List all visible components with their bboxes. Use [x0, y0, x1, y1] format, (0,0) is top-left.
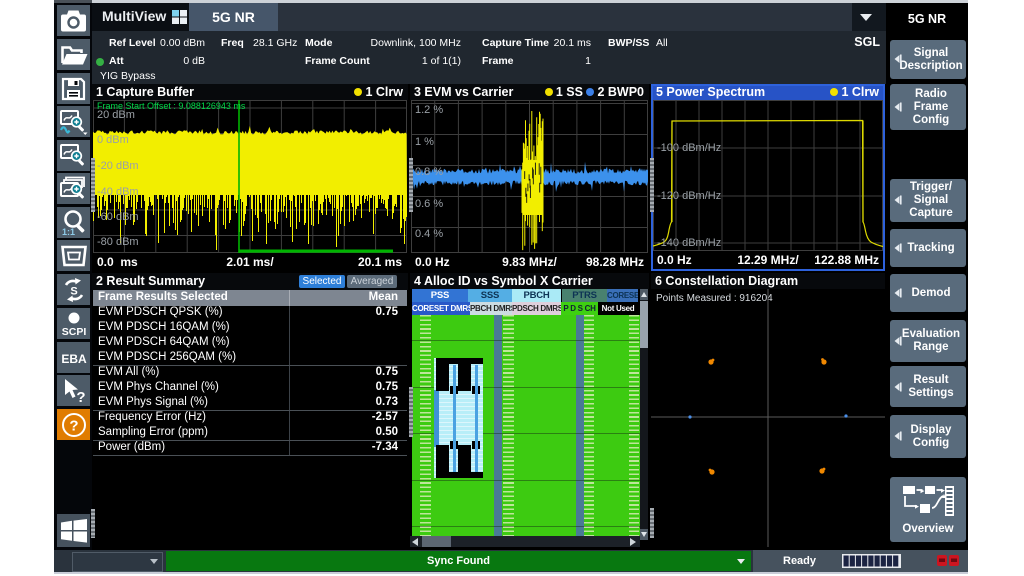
svg-text:S: S [70, 285, 77, 297]
svg-text:1:1: 1:1 [62, 227, 75, 236]
svg-text:EBA: EBA [61, 352, 87, 366]
svg-text:?: ? [76, 389, 85, 404]
svg-text:?: ? [69, 417, 78, 434]
svg-text:SCPI: SCPI [61, 326, 86, 337]
